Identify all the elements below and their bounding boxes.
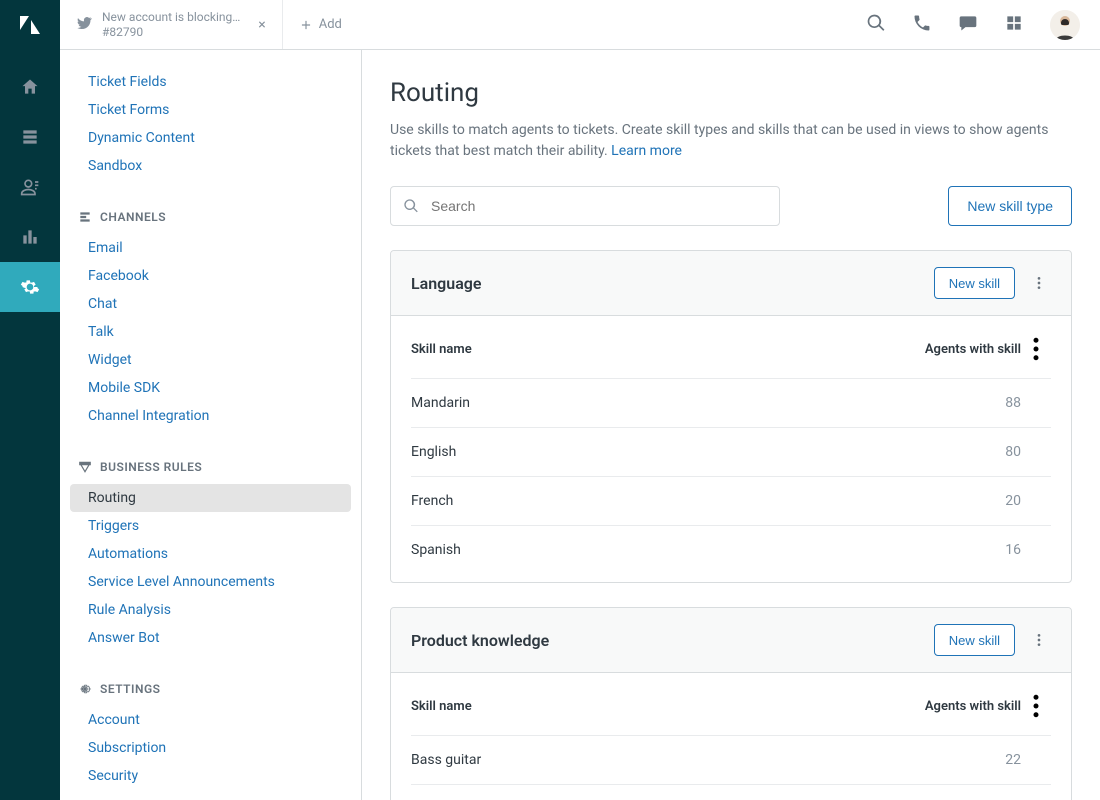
header-tab[interactable]: New account is blocking… #82790 × xyxy=(60,0,283,49)
table-row[interactable]: English80 xyxy=(411,428,1051,477)
search-icon[interactable] xyxy=(866,13,886,37)
sidebar-item[interactable]: Subscription xyxy=(70,734,351,762)
table-row[interactable]: Spanish16 xyxy=(411,526,1051,574)
sidebar-item[interactable]: Sandbox xyxy=(70,152,351,180)
table-row[interactable]: Mandarin88 xyxy=(411,379,1051,428)
skill-count: 80 xyxy=(891,444,1021,460)
skill-name: Mandarin xyxy=(411,395,891,411)
sidebar-item[interactable]: Channel Integration xyxy=(70,402,351,430)
top-header: New account is blocking… #82790 × Add xyxy=(60,0,1100,50)
search-box[interactable] xyxy=(390,186,780,226)
table-row[interactable]: Bass guitar22 xyxy=(411,736,1051,785)
sidebar-item[interactable]: Rule Analysis xyxy=(70,596,351,624)
tab-close-icon[interactable]: × xyxy=(258,17,265,33)
sidebar-section-header: CHANNELS xyxy=(60,202,361,228)
skill-type-title: Language xyxy=(411,274,482,293)
search-input[interactable] xyxy=(429,197,767,215)
learn-more-link[interactable]: Learn more xyxy=(611,143,682,159)
col-skill-name: Skill name xyxy=(411,342,891,357)
main-content: Routing Use skills to match agents to ti… xyxy=(362,50,1100,800)
twitter-icon xyxy=(76,15,92,35)
skill-count: 88 xyxy=(891,395,1021,411)
rail-home[interactable] xyxy=(0,62,60,112)
business-rules-icon xyxy=(78,460,92,474)
table-menu-icon[interactable] xyxy=(1021,691,1051,721)
rail-views[interactable] xyxy=(0,112,60,162)
table-row[interactable]: French20 xyxy=(411,477,1051,526)
page-title: Routing xyxy=(390,78,1072,108)
apps-icon[interactable] xyxy=(1004,13,1024,37)
new-skill-button[interactable]: New skill xyxy=(934,624,1015,656)
sidebar-item[interactable]: Talk xyxy=(70,318,351,346)
sidebar-section-header: SETTINGS xyxy=(60,674,361,700)
skill-count: 16 xyxy=(891,542,1021,558)
col-agents-count: Agents with skill xyxy=(891,342,1021,357)
chat-icon[interactable] xyxy=(958,13,978,37)
user-avatar[interactable] xyxy=(1050,10,1080,40)
sidebar-item[interactable]: Triggers xyxy=(70,512,351,540)
skill-type-card: Product knowledge New skill Skill nameAgen… xyxy=(390,607,1072,800)
sidebar-item[interactable]: Widget xyxy=(70,346,351,374)
card-menu-icon[interactable] xyxy=(1027,275,1051,291)
sidebar-item[interactable]: Mobile SDK xyxy=(70,374,351,402)
phone-icon[interactable] xyxy=(912,13,932,37)
admin-sidebar: Ticket FieldsTicket FormsDynamic Content… xyxy=(60,50,362,800)
toolbar: New skill type xyxy=(390,186,1072,226)
sidebar-item[interactable]: Chat xyxy=(70,290,351,318)
skill-name: French xyxy=(411,493,891,509)
sidebar-item[interactable]: Security xyxy=(70,762,351,790)
table-menu-icon[interactable] xyxy=(1021,334,1051,364)
sidebar-item[interactable]: Facebook xyxy=(70,262,351,290)
sidebar-item[interactable]: Email xyxy=(70,234,351,262)
nav-rail xyxy=(0,0,60,800)
rail-reports[interactable] xyxy=(0,212,60,262)
tab-subtitle: #82790 xyxy=(102,25,240,39)
sidebar-item[interactable]: Ticket Forms xyxy=(70,96,351,124)
sidebar-item[interactable]: Account xyxy=(70,706,351,734)
col-skill-name: Skill name xyxy=(411,699,891,714)
add-tab-button[interactable]: Add xyxy=(283,0,358,49)
new-skill-button[interactable]: New skill xyxy=(934,267,1015,299)
sidebar-item[interactable]: Automations xyxy=(70,540,351,568)
skill-type-card: Language New skill Skill nameAgents with s… xyxy=(390,250,1072,583)
skill-name: Spanish xyxy=(411,542,891,558)
page-description: Use skills to match agents to tickets. C… xyxy=(390,120,1050,162)
brand-logo xyxy=(17,12,43,38)
settings-icon xyxy=(78,682,92,696)
channels-icon xyxy=(78,210,92,224)
skill-count: 20 xyxy=(891,493,1021,509)
col-agents-count: Agents with skill xyxy=(891,699,1021,714)
skill-name: English xyxy=(411,444,891,460)
sidebar-item[interactable]: Answer Bot xyxy=(70,624,351,652)
search-input-icon xyxy=(403,198,419,214)
skill-type-title: Product knowledge xyxy=(411,631,549,650)
tab-title: New account is blocking… xyxy=(102,10,240,24)
sidebar-section-header: BUSINESS RULES xyxy=(60,452,361,478)
sidebar-item[interactable]: Service Level Announcements xyxy=(70,568,351,596)
skill-count: 22 xyxy=(891,752,1021,768)
table-row[interactable]: Electric guitar40 xyxy=(411,785,1051,800)
new-skill-type-button[interactable]: New skill type xyxy=(948,186,1072,226)
header-actions xyxy=(866,0,1100,49)
card-menu-icon[interactable] xyxy=(1027,632,1051,648)
sidebar-item[interactable]: Routing xyxy=(70,484,351,512)
add-tab-label: Add xyxy=(319,17,342,32)
sidebar-item[interactable]: Dynamic Content xyxy=(70,124,351,152)
rail-customers[interactable] xyxy=(0,162,60,212)
rail-admin[interactable] xyxy=(0,262,60,312)
skill-name: Bass guitar xyxy=(411,752,891,768)
sidebar-item[interactable]: Ticket Fields xyxy=(70,68,351,96)
